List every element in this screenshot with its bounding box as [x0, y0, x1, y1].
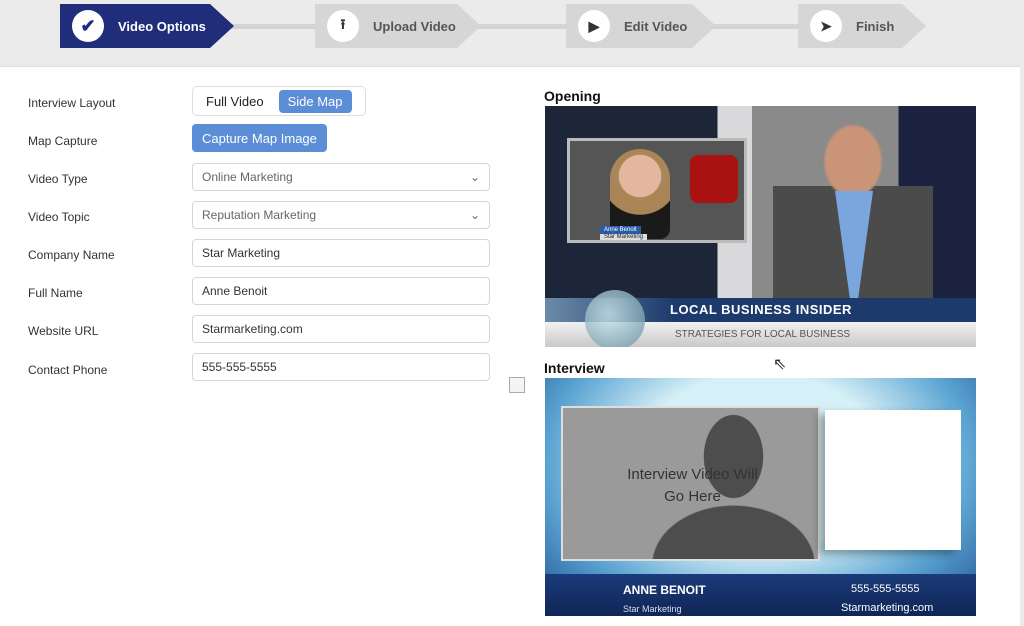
upload-icon: ⭱ [327, 10, 359, 42]
opening-preview[interactable]: Anne Benoit Star Marketing LOCAL BUSINES… [545, 106, 976, 347]
video-topic-value: Reputation Marketing [202, 208, 317, 222]
capture-map-image-button[interactable]: Capture Map Image [192, 124, 327, 152]
contact-phone-label: Contact Phone [28, 363, 108, 377]
lower-third-website: Starmarketing.com [841, 602, 934, 614]
website-url-label: Website URL [28, 324, 99, 338]
full-video-option[interactable]: Full Video [197, 90, 273, 113]
chevron-down-icon: ⌄ [469, 208, 480, 222]
guest-inset: Anne Benoit Star Marketing [567, 138, 747, 243]
full-name-input[interactable]: Anne Benoit [192, 277, 490, 305]
send-icon: ➤ [810, 10, 842, 42]
interview-title: Interview [544, 360, 605, 376]
video-type-value: Online Marketing [202, 170, 293, 184]
website-url-input[interactable]: Starmarketing.com [192, 315, 490, 343]
step-connector [710, 24, 810, 29]
opening-title: Opening [544, 88, 601, 104]
company-name-label: Company Name [28, 248, 115, 262]
check-icon: ✔ [72, 10, 104, 42]
company-name-input[interactable]: Star Marketing [192, 239, 490, 267]
lower-third-company: Star Marketing [623, 604, 682, 614]
placeholder-line: Go Here [664, 488, 721, 505]
side-map-option[interactable]: Side Map [278, 89, 352, 113]
step-connector [225, 24, 325, 29]
interview-preview[interactable]: Interview Video Will Go Here ANNE BENOIT … [545, 378, 976, 616]
video-topic-select[interactable]: Reputation Marketing ⌄ [192, 201, 490, 229]
map-capture-label: Map Capture [28, 134, 98, 148]
video-type-select[interactable]: Online Marketing ⌄ [192, 163, 490, 191]
video-type-label: Video Type [28, 172, 88, 186]
interview-video-placeholder: Interview Video Will Go Here [561, 406, 820, 561]
step-label: Video Options [118, 18, 206, 34]
lower-third-name: ANNE BENOIT [623, 583, 706, 597]
full-name-label: Full Name [28, 286, 83, 300]
video-topic-label: Video Topic [28, 210, 90, 224]
contact-phone-input[interactable]: 555-555-5555 [192, 353, 490, 381]
interview-layout-toggle: Full Video Side Map [192, 86, 366, 116]
placeholder-text: Interview Video Will Go Here [563, 464, 818, 508]
inset-name: Anne Benoit [600, 226, 641, 234]
step-upload-video[interactable]: ⭱ Upload Video [315, 4, 481, 48]
step-connector [475, 24, 575, 29]
lower-third-phone: 555-555-5555 [851, 583, 920, 595]
play-icon: ▶ [578, 10, 610, 42]
placeholder-line: Interview Video Will [627, 466, 758, 483]
mouse-cursor-icon: ⇖ [773, 356, 787, 373]
interview-layout-label: Interview Layout [28, 96, 116, 110]
wizard-progress: ✔ Video Options ⭱ Upload Video ▶ Edit Vi… [0, 0, 1024, 66]
globe-graphic [585, 290, 645, 347]
broken-image-icon [509, 377, 525, 393]
map-placeholder [825, 410, 961, 550]
logo-placeholder [690, 155, 738, 203]
step-label: Finish [856, 18, 895, 34]
step-edit-video[interactable]: ▶ Edit Video [566, 4, 716, 48]
step-video-options[interactable]: ✔ Video Options [60, 4, 234, 48]
inset-company: Star Marketing [600, 234, 648, 240]
step-label: Edit Video [624, 18, 688, 34]
chevron-down-icon: ⌄ [469, 170, 480, 184]
step-finish[interactable]: ➤ Finish [798, 4, 926, 48]
step-label: Upload Video [373, 18, 456, 34]
